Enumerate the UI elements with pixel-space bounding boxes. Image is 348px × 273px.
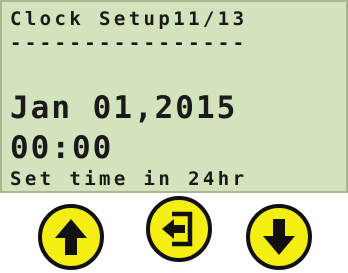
up-button[interactable] [38,204,104,270]
down-button[interactable] [246,204,312,270]
hint-text: Set time in 24hr [10,168,248,190]
date-value: Jan 01,2015 [10,90,238,126]
enter-button[interactable] [146,196,212,262]
arrow-down-icon [263,219,295,255]
enter-icon [162,211,193,247]
lcd-display: Clock Setup11/13 ---------------- Jan 01… [0,0,348,193]
title-separator: ---------------- [10,32,248,54]
arrow-up-icon [55,219,87,255]
time-value: 00:00 [10,130,114,166]
menu-title: Clock Setup11/13 [10,8,248,30]
